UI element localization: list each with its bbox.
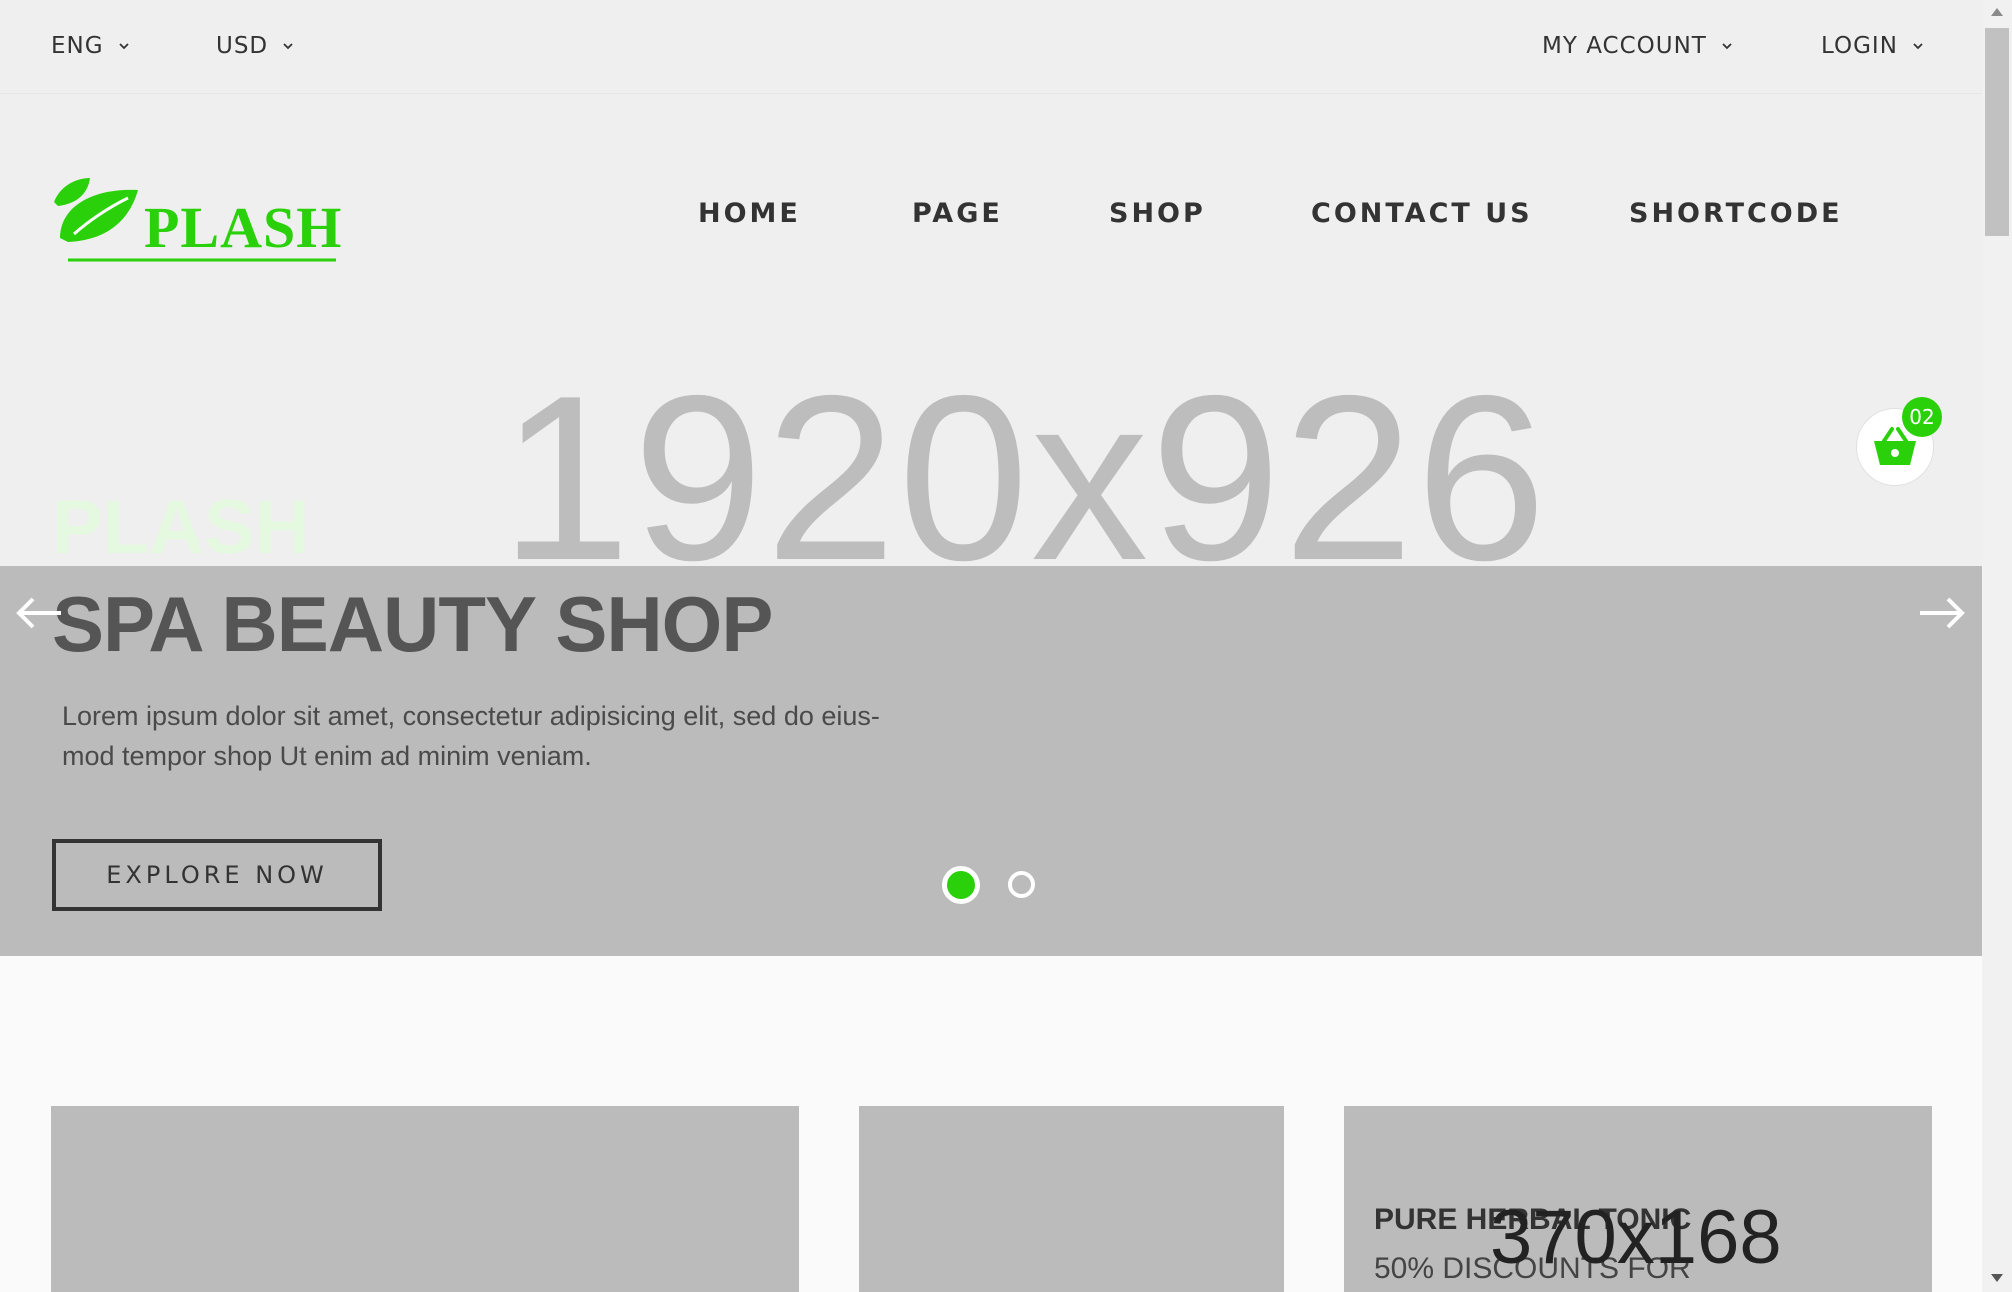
promo-banner-2[interactable] xyxy=(859,1106,1284,1292)
currency-selector[interactable]: USD xyxy=(216,31,294,61)
cart-count-badge: 02 xyxy=(1902,397,1942,437)
scroll-up-icon[interactable] xyxy=(1991,8,2003,16)
login-label: LOGIN xyxy=(1821,33,1898,59)
logo-text: PLASH xyxy=(144,195,343,260)
hero-image-placeholder: 1920x926 xyxy=(500,346,1549,609)
chevron-down-icon xyxy=(1722,43,1732,50)
top-bar: ENG USD MY ACCOUNT LOGIN xyxy=(0,0,1982,94)
hero-kicker: PLASH xyxy=(52,485,310,570)
chevron-down-icon xyxy=(118,43,129,50)
chevron-down-icon xyxy=(1913,43,1923,50)
nav-contact-us[interactable]: CONTACT US xyxy=(1311,198,1533,229)
slider-dot-2[interactable] xyxy=(1008,871,1035,898)
site-logo[interactable]: PLASH xyxy=(50,168,343,268)
hero-title: SPA BEAUTY SHOP xyxy=(52,580,773,668)
explore-now-button[interactable]: EXPLORE NOW xyxy=(52,839,382,911)
slider-dot-1[interactable] xyxy=(942,866,980,904)
chevron-down-icon xyxy=(283,43,293,50)
arrow-left-icon[interactable] xyxy=(15,593,63,633)
nav-shop[interactable]: SHOP xyxy=(1109,198,1206,229)
nav-home[interactable]: HOME xyxy=(698,198,801,229)
banner-image-placeholder: 370x168 xyxy=(1490,1195,1782,1280)
promo-banner-1[interactable] xyxy=(51,1106,799,1292)
language-label: ENG xyxy=(51,33,104,59)
login-menu[interactable]: LOGIN xyxy=(1821,31,1924,61)
language-selector[interactable]: ENG xyxy=(51,31,130,61)
nav-page[interactable]: PAGE xyxy=(912,198,1003,229)
hero-description-line-1: Lorem ipsum dolor sit amet, consectetur … xyxy=(62,701,880,731)
currency-label: USD xyxy=(216,33,269,59)
hero-description-line-2: mod tempor shop Ut enim ad minim veniam. xyxy=(62,741,592,771)
my-account-menu[interactable]: MY ACCOUNT xyxy=(1542,31,1733,61)
arrow-right-icon[interactable] xyxy=(1918,593,1966,633)
my-account-label: MY ACCOUNT xyxy=(1542,33,1707,59)
nav-shortcode[interactable]: SHORTCODE xyxy=(1629,198,1843,229)
scroll-down-icon[interactable] xyxy=(1991,1274,2003,1282)
hero-description: Lorem ipsum dolor sit amet, consectetur … xyxy=(62,696,922,776)
scrollbar-thumb[interactable] xyxy=(1985,28,2009,236)
